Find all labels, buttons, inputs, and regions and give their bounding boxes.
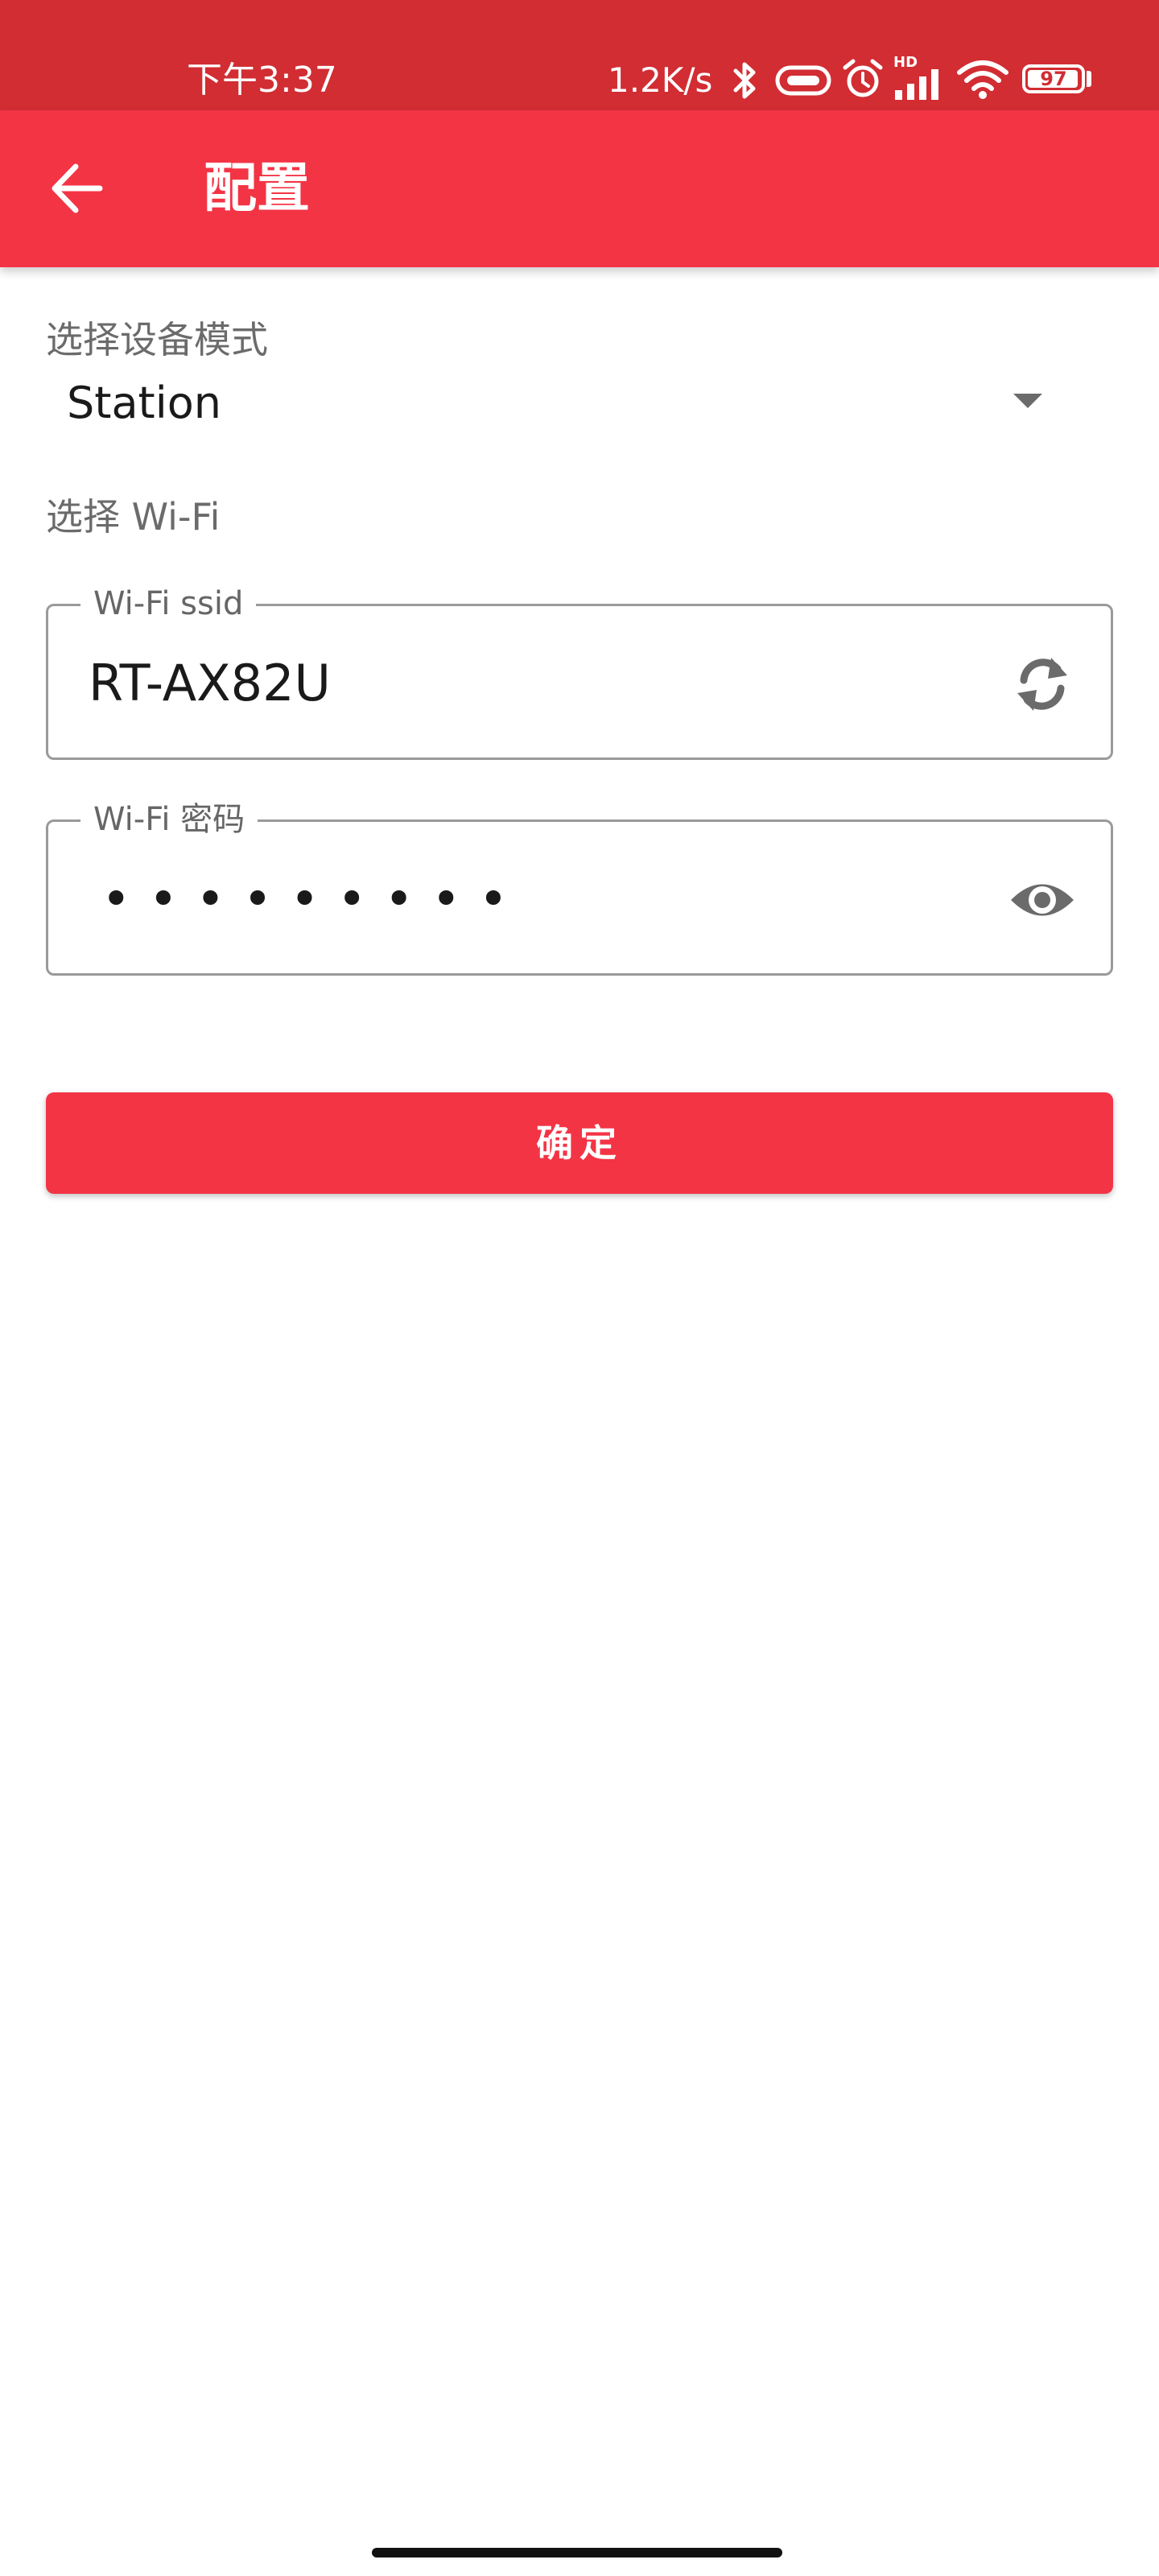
bluetooth-icon <box>733 62 756 99</box>
toggle-visibility-button[interactable] <box>1006 864 1079 936</box>
wifi-icon <box>957 60 1008 99</box>
ssid-field: Wi-Fi ssid <box>46 582 1113 760</box>
hd-signal-icon: HD <box>893 55 948 100</box>
visibility-icon <box>1011 884 1074 916</box>
mode-dropdown[interactable]: Station <box>46 366 1052 439</box>
alarm-icon <box>843 59 883 97</box>
password-field-label: Wi-Fi 密码 <box>80 798 258 841</box>
password-input[interactable]: ••••••••• <box>101 867 526 931</box>
battery-icon: 97 <box>1022 64 1085 93</box>
home-indicator[interactable] <box>372 2548 782 2557</box>
app-bar: 配置 <box>0 110 1159 267</box>
refresh-button[interactable] <box>1006 648 1079 720</box>
page-title: 配置 <box>204 157 310 219</box>
dropdown-arrow-icon <box>1013 394 1042 408</box>
status-bar: 下午3:37 1.2K/s HD 97 <box>0 0 1159 110</box>
refresh-icon <box>1017 658 1067 711</box>
battery-tip <box>1087 71 1091 87</box>
mode-selected-value: Station <box>67 378 221 428</box>
mode-label: 选择设备模式 <box>46 318 268 361</box>
status-time: 下午3:37 <box>187 60 337 101</box>
wifi-section-label: 选择 Wi-Fi <box>46 495 221 539</box>
ssid-input[interactable] <box>89 651 893 716</box>
ssid-field-label: Wi-Fi ssid <box>80 582 257 625</box>
arrow-left-icon <box>52 163 103 213</box>
back-button[interactable] <box>42 152 114 225</box>
password-field: Wi-Fi 密码 ••••••••• <box>46 798 1113 976</box>
confirm-button[interactable]: 确定 <box>46 1092 1113 1194</box>
vibrate-icon <box>775 65 831 96</box>
network-speed: 1.2K/s <box>608 60 713 100</box>
battery-level: 97 <box>1040 68 1067 90</box>
